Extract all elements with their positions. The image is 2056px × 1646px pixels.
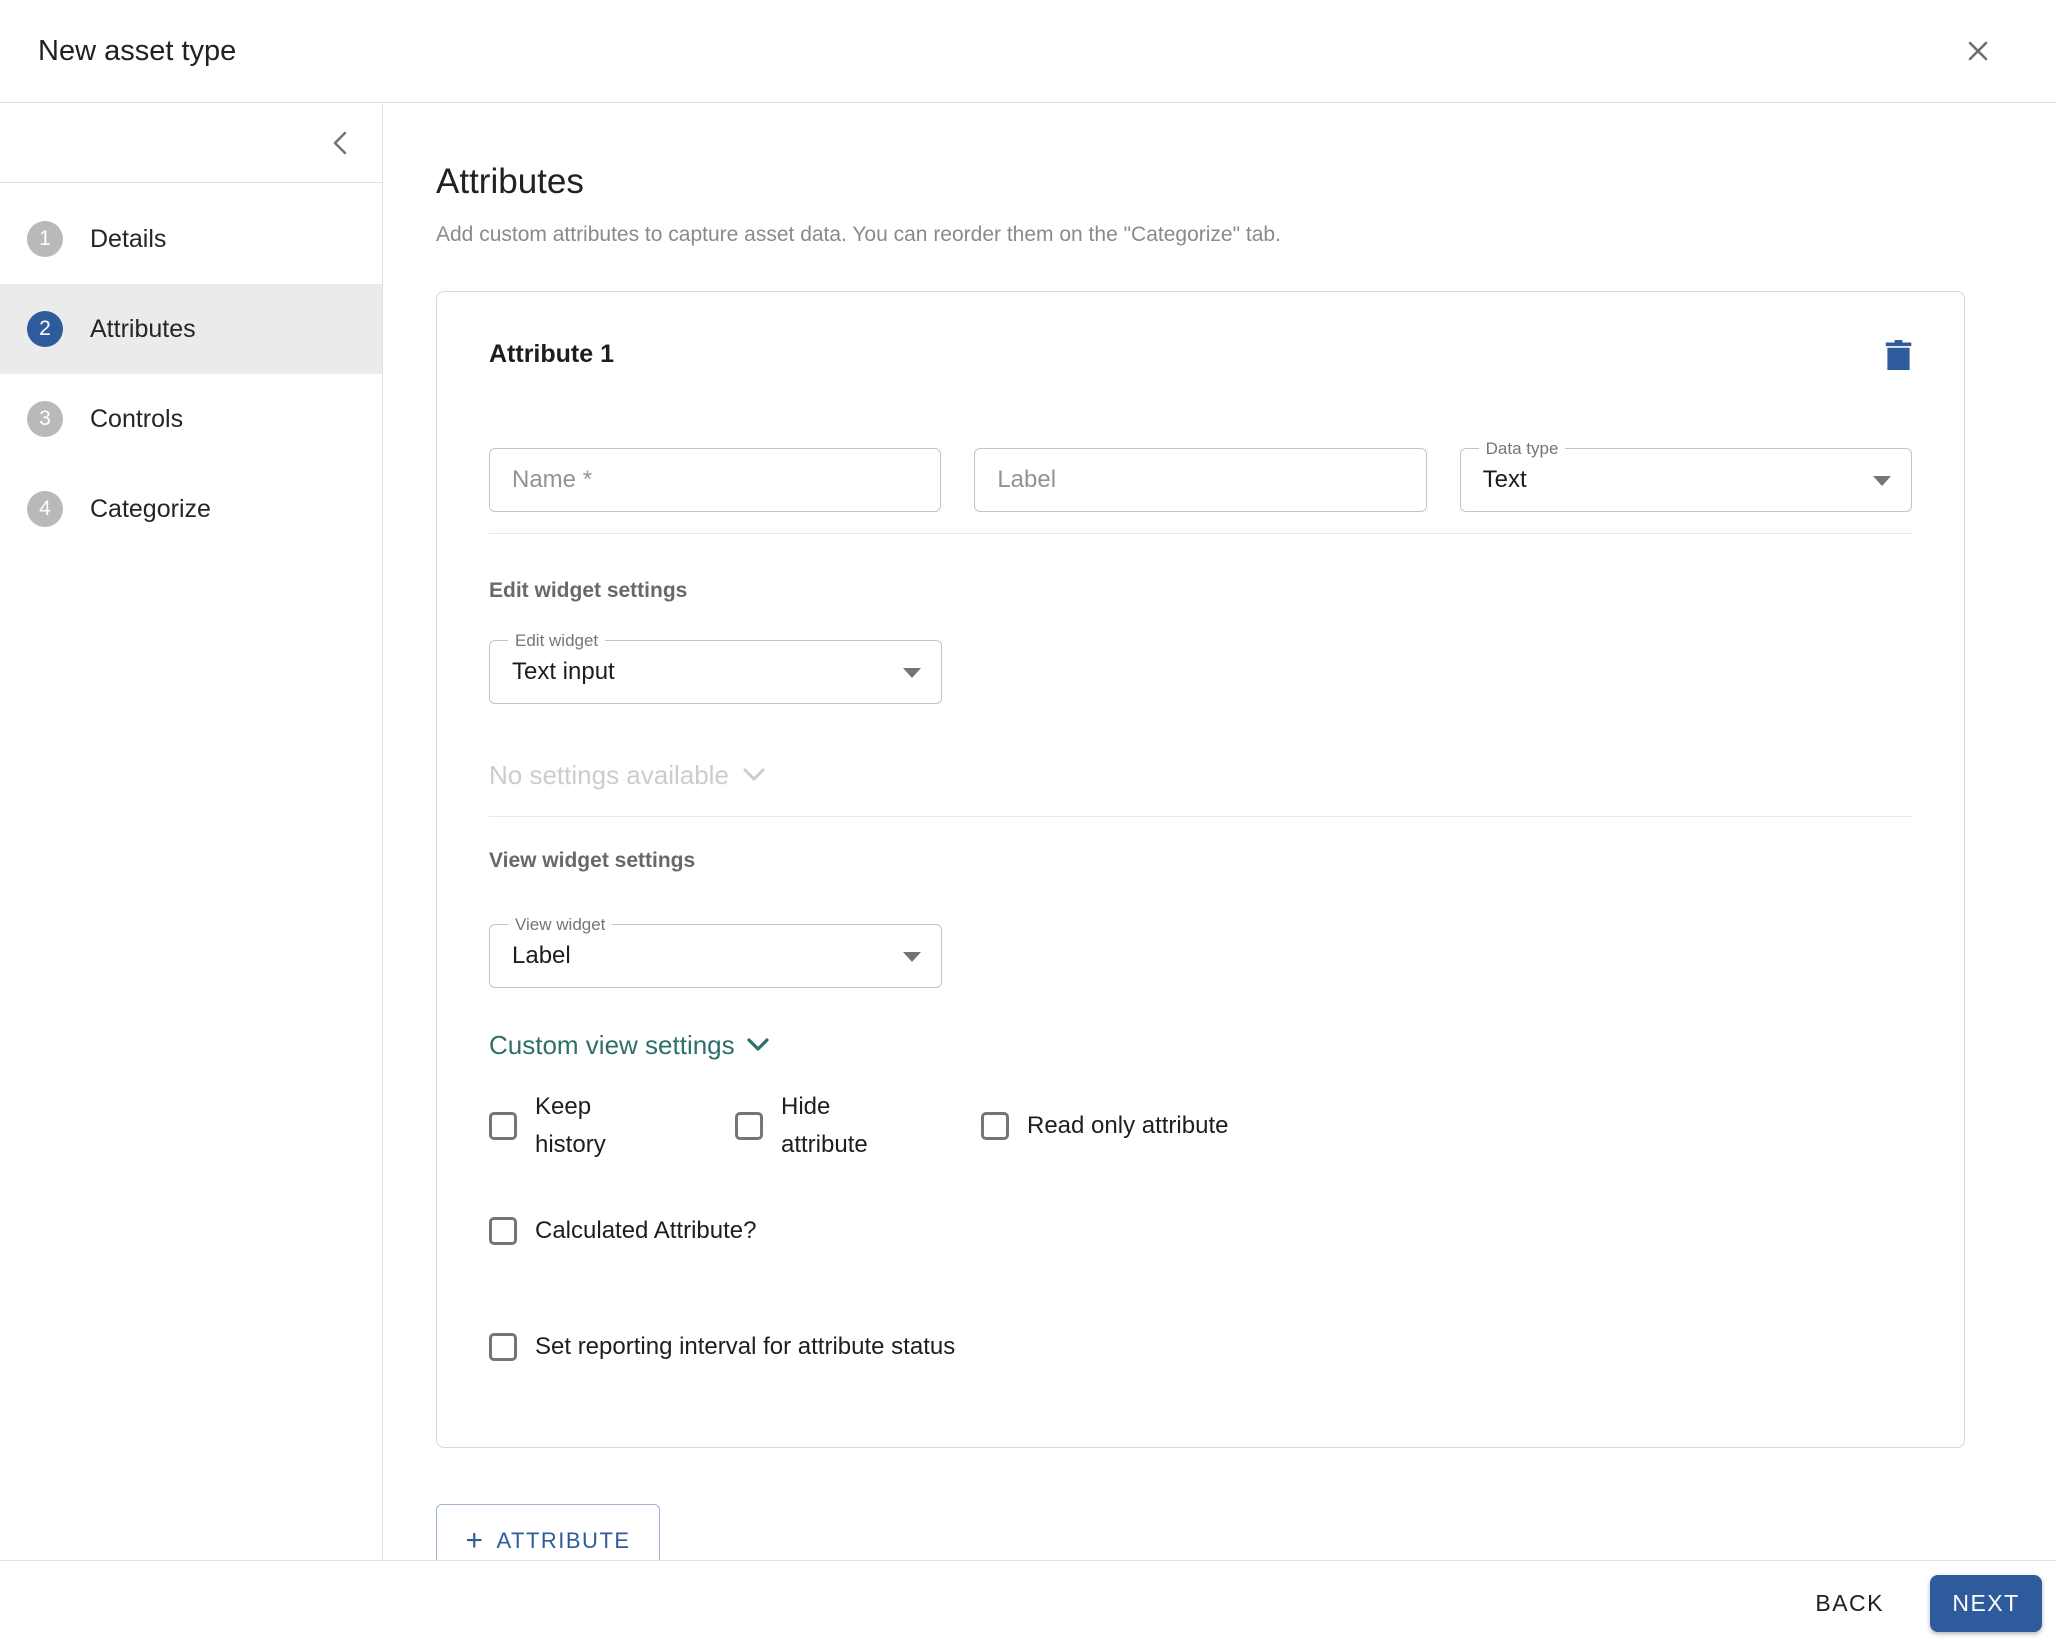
delete-attribute-button[interactable] bbox=[1885, 340, 1912, 370]
close-button[interactable] bbox=[1958, 31, 1998, 71]
name-input[interactable] bbox=[489, 448, 941, 512]
view-widget-settings-heading: View widget settings bbox=[489, 848, 1912, 874]
view-widget-value: Label bbox=[512, 942, 571, 970]
add-attribute-label: ATTRIBUTE bbox=[496, 1528, 630, 1554]
no-settings-toggle[interactable]: No settings available bbox=[489, 760, 765, 790]
step-number-badge: 1 bbox=[27, 221, 63, 257]
hide-attribute-checkbox[interactable] bbox=[735, 1112, 763, 1140]
checkbox-label: Set reporting interval for attribute sta… bbox=[535, 1328, 955, 1366]
data-type-float-label: Data type bbox=[1479, 440, 1566, 457]
close-icon bbox=[1963, 36, 1993, 66]
step-categorize[interactable]: 4 Categorize bbox=[0, 464, 382, 554]
main-content: Attributes Add custom attributes to capt… bbox=[384, 104, 2056, 1560]
edit-widget-float-label: Edit widget bbox=[508, 632, 605, 649]
calculated-attribute-checkbox[interactable] bbox=[489, 1217, 517, 1245]
reporting-interval-option[interactable]: Set reporting interval for attribute sta… bbox=[489, 1328, 955, 1366]
edit-widget-settings-heading: Edit widget settings bbox=[489, 578, 1912, 604]
no-settings-label: No settings available bbox=[489, 760, 729, 790]
dialog-header: New asset type bbox=[0, 0, 2056, 103]
step-number-badge: 3 bbox=[27, 401, 63, 437]
data-type-value: Text bbox=[1483, 466, 1527, 494]
divider bbox=[489, 816, 1912, 817]
steps-list: 1 Details 2 Attributes 3 Controls 4 Cate… bbox=[0, 194, 382, 554]
step-label: Categorize bbox=[90, 495, 211, 524]
reporting-interval-checkbox[interactable] bbox=[489, 1333, 517, 1361]
step-details[interactable]: 1 Details bbox=[0, 194, 382, 284]
step-number-badge: 4 bbox=[27, 491, 63, 527]
custom-view-settings-toggle[interactable]: Custom view settings bbox=[489, 1030, 769, 1060]
stepper-sidebar: 1 Details 2 Attributes 3 Controls 4 Cate… bbox=[0, 104, 383, 1560]
hide-attribute-option[interactable]: Hide attribute bbox=[735, 1088, 981, 1164]
page-subtitle: Add custom attributes to capture asset d… bbox=[436, 220, 2056, 249]
step-label: Controls bbox=[90, 405, 183, 434]
next-button[interactable]: NEXT bbox=[1930, 1575, 2042, 1632]
chevron-down-icon bbox=[743, 768, 765, 782]
step-label: Details bbox=[90, 225, 166, 254]
attribute-card-header: Attribute 1 bbox=[489, 340, 1912, 370]
dropdown-arrow-icon bbox=[903, 952, 921, 962]
dropdown-arrow-icon bbox=[903, 668, 921, 678]
page-title: Attributes bbox=[436, 161, 2056, 203]
checkbox-row-3: Set reporting interval for attribute sta… bbox=[489, 1328, 1912, 1366]
edit-widget-select[interactable]: Edit widget Text input bbox=[489, 640, 942, 704]
step-label: Attributes bbox=[90, 315, 196, 344]
checkbox-row-1: Keep history Hide attribute Read only at… bbox=[489, 1088, 1912, 1164]
checkbox-label: Read only attribute bbox=[1027, 1107, 1228, 1145]
label-input[interactable] bbox=[974, 448, 1426, 512]
dropdown-arrow-icon bbox=[1873, 476, 1891, 486]
attribute-card: Attribute 1 Data type Text Edit widget s bbox=[436, 291, 1965, 1448]
checkbox-row-2: Calculated Attribute? bbox=[489, 1212, 1912, 1250]
custom-view-settings-label: Custom view settings bbox=[489, 1030, 735, 1060]
collapse-sidebar-button[interactable] bbox=[326, 124, 354, 162]
add-attribute-button[interactable]: + ATTRIBUTE bbox=[436, 1504, 660, 1560]
read-only-attribute-option[interactable]: Read only attribute bbox=[981, 1088, 1228, 1164]
keep-history-option[interactable]: Keep history bbox=[489, 1088, 735, 1164]
divider bbox=[489, 533, 1912, 534]
read-only-attribute-checkbox[interactable] bbox=[981, 1112, 1009, 1140]
step-number-badge: 2 bbox=[27, 311, 63, 347]
dialog-title: New asset type bbox=[38, 35, 236, 68]
sidebar-collapse-row bbox=[0, 104, 382, 183]
back-button[interactable]: BACK bbox=[1801, 1580, 1898, 1627]
chevron-down-icon bbox=[747, 1038, 769, 1052]
chevron-left-icon bbox=[332, 130, 348, 156]
trash-icon bbox=[1885, 340, 1912, 370]
step-attributes[interactable]: 2 Attributes bbox=[0, 284, 382, 374]
dialog-footer: BACK NEXT bbox=[0, 1560, 2056, 1646]
calculated-attribute-option[interactable]: Calculated Attribute? bbox=[489, 1212, 756, 1250]
keep-history-checkbox[interactable] bbox=[489, 1112, 517, 1140]
step-controls[interactable]: 3 Controls bbox=[0, 374, 382, 464]
checkbox-label: Keep history bbox=[535, 1088, 665, 1164]
view-widget-float-label: View widget bbox=[508, 916, 612, 933]
data-type-select[interactable]: Data type Text bbox=[1460, 448, 1912, 512]
plus-icon: + bbox=[465, 1530, 484, 1552]
edit-widget-value: Text input bbox=[512, 658, 615, 686]
attribute-card-title: Attribute 1 bbox=[489, 340, 614, 369]
checkbox-label: Calculated Attribute? bbox=[535, 1212, 756, 1250]
attribute-fields-row: Data type Text bbox=[489, 448, 1912, 512]
checkbox-label: Hide attribute bbox=[781, 1088, 911, 1164]
view-widget-select[interactable]: View widget Label bbox=[489, 924, 942, 988]
